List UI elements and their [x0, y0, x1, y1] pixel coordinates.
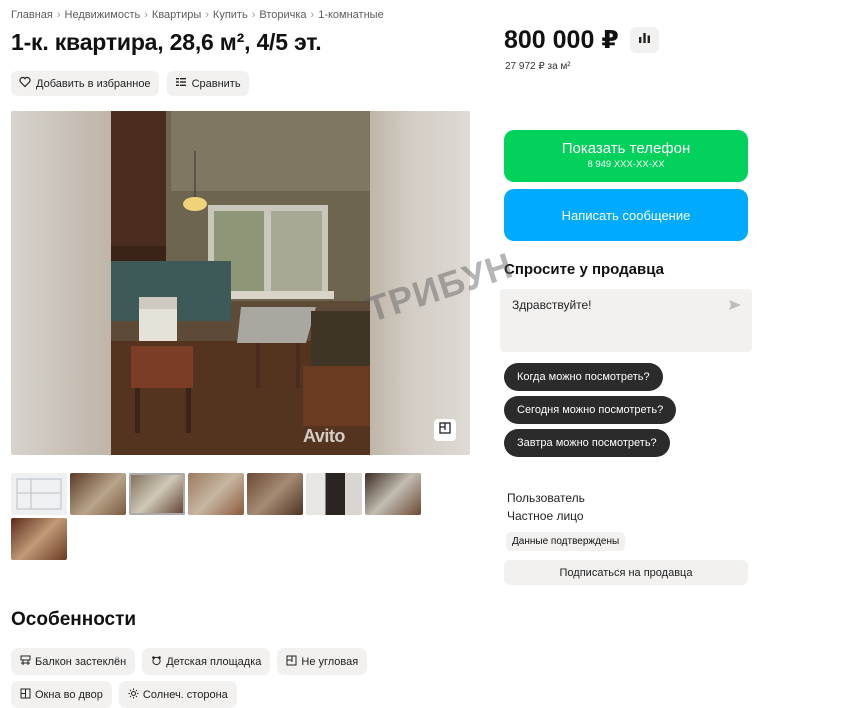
- feature-label: Балкон застеклён: [35, 655, 127, 668]
- thumbnail[interactable]: [306, 473, 362, 515]
- feature-chip[interactable]: Детская площадка: [142, 648, 271, 675]
- feature-label: Детская площадка: [166, 655, 262, 668]
- price: 800 000 ₽: [504, 26, 619, 54]
- thumbnail[interactable]: [70, 473, 126, 515]
- feature-label: Не угловая: [301, 655, 359, 668]
- subscribe-seller-button[interactable]: Подписаться на продавца: [504, 560, 748, 585]
- playground-icon: [151, 655, 162, 669]
- quick-reply-row: Сегодня можно посмотреть?: [504, 396, 677, 424]
- show-phone-label: Показать телефон: [561, 140, 691, 157]
- listing-actions: Добавить в избранное Сравнить: [11, 71, 249, 96]
- verified-badge: Данные подтверждены: [506, 532, 626, 551]
- breadcrumb-item[interactable]: Купить: [213, 9, 248, 21]
- features-list: Балкон застеклён Детская площадка Не угл…: [11, 648, 471, 708]
- quick-reply-chip[interactable]: Завтра можно посмотреть?: [504, 429, 670, 457]
- show-phone-button[interactable]: Показать телефон 8 949 XXX-XX-XX: [504, 130, 748, 182]
- breadcrumb-item[interactable]: Недвижимость: [65, 9, 141, 21]
- breadcrumb-separator: ›: [251, 9, 256, 21]
- phone-masked: 8 949 XXX-XX-XX: [587, 159, 665, 170]
- thumbnail[interactable]: [247, 473, 303, 515]
- breadcrumb: Главная › Недвижимость › Квартиры › Купить ›…: [11, 9, 384, 21]
- bar-chart-icon: [638, 31, 651, 49]
- subscribe-seller-label: Подписаться на продавца: [559, 566, 693, 579]
- compare-label: Сравнить: [191, 77, 241, 90]
- heart-icon: [19, 76, 31, 91]
- seller-name[interactable]: Пользователь: [507, 491, 585, 505]
- breadcrumb-item[interactable]: 1-комнатные: [318, 9, 383, 21]
- feature-chip[interactable]: Не угловая: [277, 648, 368, 675]
- avito-watermark: Avito: [303, 426, 345, 446]
- quick-reply-chip[interactable]: Сегодня можно посмотреть?: [504, 396, 677, 424]
- breadcrumb-separator: ›: [144, 9, 148, 21]
- breadcrumb-item[interactable]: Квартиры: [152, 9, 201, 21]
- write-message-button[interactable]: Написать сообщение: [504, 189, 748, 241]
- seller-type: Частное лицо: [507, 509, 584, 523]
- page-title: 1-к. квартира, 28,6 м², 4/5 эт.: [11, 29, 322, 55]
- thumbnail[interactable]: [365, 473, 421, 515]
- main-photo[interactable]: [111, 111, 370, 455]
- write-message-label: Написать сообщение: [561, 207, 691, 223]
- breadcrumb-separator: ›: [310, 9, 315, 21]
- price-per-m2: 27 972 ₽ за м²: [505, 61, 571, 72]
- thumbnail[interactable]: [188, 473, 244, 515]
- ask-seller-title: Спросите у продавца: [504, 261, 664, 278]
- quick-reply-row: Когда можно посмотреть?: [504, 363, 663, 391]
- ask-seller-box: [500, 289, 752, 352]
- quick-reply-chip[interactable]: Когда можно посмотреть?: [504, 363, 663, 391]
- breadcrumb-item[interactable]: Вторичка: [259, 9, 306, 21]
- gallery-blur-left: [11, 111, 111, 455]
- thumbnail-strip: [11, 473, 441, 560]
- breadcrumb-separator: ›: [205, 9, 209, 21]
- quick-reply-row: Завтра можно посмотреть?: [504, 429, 670, 457]
- breadcrumb-item[interactable]: Главная: [11, 9, 53, 21]
- thumbnail[interactable]: [11, 473, 67, 515]
- compare-button[interactable]: Сравнить: [166, 71, 249, 96]
- gallery-expand-button[interactable]: [434, 419, 456, 441]
- sun-icon: [128, 688, 139, 702]
- feature-label: Солнеч. сторона: [142, 688, 228, 701]
- thumbnail-active[interactable]: [129, 473, 185, 515]
- thumbnail[interactable]: [11, 518, 67, 560]
- add-to-favorites-label: Добавить в избранное: [36, 77, 151, 90]
- add-to-favorites-button[interactable]: Добавить в избранное: [11, 71, 159, 96]
- compare-icon: [175, 76, 187, 91]
- feature-label: Окна во двор: [35, 688, 103, 701]
- price-history-button[interactable]: [630, 27, 659, 53]
- breadcrumb-separator: ›: [56, 9, 61, 21]
- features-title: Особенности: [11, 609, 137, 630]
- feature-chip[interactable]: Солнеч. сторона: [118, 681, 237, 708]
- layout-plan-icon: [439, 421, 451, 439]
- feature-chip[interactable]: Балкон застеклён: [11, 648, 136, 675]
- balcony-icon: [20, 655, 31, 669]
- window-icon: [20, 688, 31, 702]
- feature-chip[interactable]: Окна во двор: [11, 681, 112, 708]
- send-icon[interactable]: [728, 298, 742, 316]
- layout-icon: [286, 655, 297, 669]
- ask-seller-input[interactable]: [512, 298, 712, 312]
